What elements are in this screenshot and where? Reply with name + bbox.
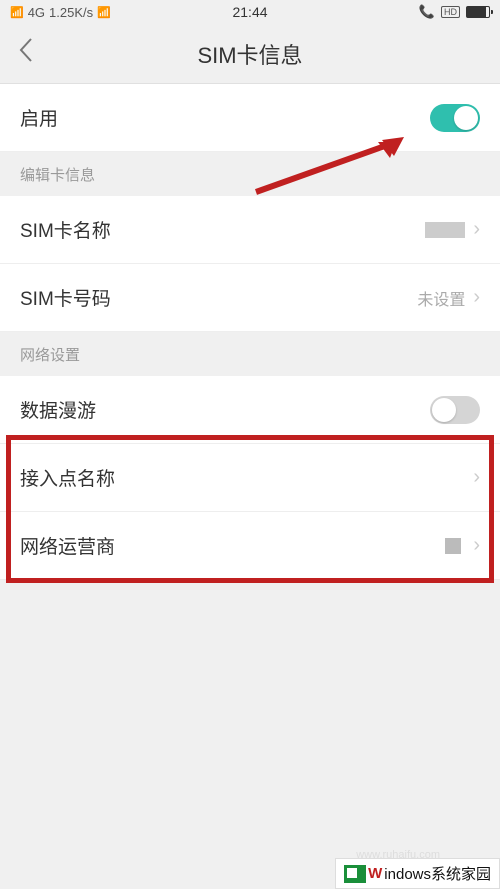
- sim-number-label: SIM卡号码: [20, 284, 111, 311]
- watermark-logo-icon: [344, 865, 366, 883]
- chevron-right-icon: ›: [473, 534, 480, 557]
- watermark-brand-w: W: [368, 865, 382, 882]
- chevron-right-icon: ›: [473, 218, 480, 241]
- chevron-right-icon: ›: [473, 286, 480, 309]
- status-bar: 📶 4G 1.25K/s 📶 21:44 📞 HD: [0, 0, 500, 24]
- chevron-right-icon: ›: [473, 466, 480, 489]
- watermark-brand-rest: indows系统家园: [384, 863, 491, 884]
- carrier-label: 网络运营商: [20, 532, 115, 559]
- data-roaming-toggle[interactable]: [430, 396, 480, 424]
- signal-icon: 📶: [10, 6, 24, 19]
- battery-icon: [466, 6, 490, 18]
- carrier-row[interactable]: 网络运营商 ›: [0, 512, 500, 580]
- status-right: 📞 HD: [419, 4, 490, 20]
- sim-name-row[interactable]: SIM卡名称 ›: [0, 196, 500, 264]
- enable-toggle[interactable]: [430, 104, 480, 132]
- apn-row[interactable]: 接入点名称 ›: [0, 444, 500, 512]
- wifi-icon: 📶: [97, 6, 111, 19]
- sim-name-label: SIM卡名称: [20, 216, 111, 243]
- sim-number-value: 未设置: [417, 286, 465, 310]
- network-type: 4G: [28, 5, 45, 20]
- apn-label: 接入点名称: [20, 464, 115, 491]
- enable-label: 启用: [20, 104, 58, 131]
- data-roaming-row[interactable]: 数据漫游: [0, 376, 500, 444]
- call-icon: 📞: [419, 4, 435, 20]
- sim-name-value-redacted: [425, 222, 465, 238]
- status-left: 📶 4G 1.25K/s 📶: [10, 5, 111, 20]
- sim-number-row[interactable]: SIM卡号码 未设置 ›: [0, 264, 500, 332]
- watermark: Windows系统家园: [335, 858, 500, 889]
- section-network-settings: 网络设置: [0, 332, 500, 376]
- status-time: 21:44: [232, 4, 267, 20]
- hd-badge: HD: [441, 6, 460, 18]
- page-header: SIM卡信息: [0, 24, 500, 84]
- data-roaming-label: 数据漫游: [20, 396, 96, 423]
- back-button[interactable]: [18, 37, 34, 70]
- network-speed: 1.25K/s: [49, 5, 93, 20]
- carrier-value-redacted: [445, 538, 461, 554]
- enable-row[interactable]: 启用: [0, 84, 500, 152]
- section-edit-card-info: 编辑卡信息: [0, 152, 500, 196]
- page-title: SIM卡信息: [0, 38, 500, 70]
